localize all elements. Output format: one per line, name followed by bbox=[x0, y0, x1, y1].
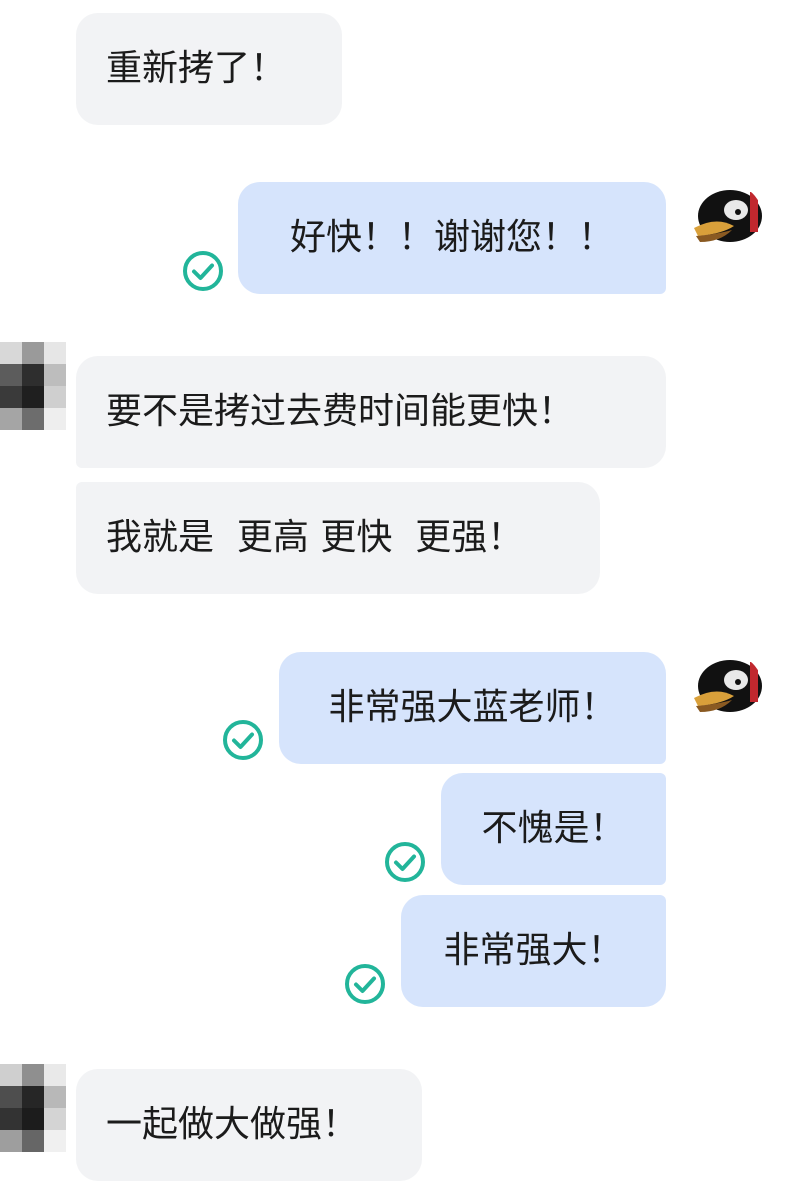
avatar-pixel bbox=[22, 1086, 44, 1108]
avatar-pixel bbox=[0, 1064, 22, 1086]
message-bubble-received[interactable]: 一起做大做强！ bbox=[76, 1069, 422, 1181]
avatar-pixel bbox=[44, 1064, 66, 1086]
avatar-pixel bbox=[0, 1108, 22, 1130]
message-bubble-sent[interactable]: 不愧是！ bbox=[441, 773, 666, 885]
avatar-pixel bbox=[22, 1130, 44, 1152]
avatar-pixel bbox=[44, 1130, 66, 1152]
message-bubble-sent[interactable]: 非常强大！ bbox=[401, 895, 666, 1007]
avatar-pixel bbox=[0, 342, 22, 364]
avatar-pixel bbox=[0, 364, 22, 386]
message-bubble-received[interactable]: 重新拷了！ bbox=[76, 13, 342, 125]
check-circle-icon bbox=[345, 964, 385, 1004]
contact-avatar[interactable] bbox=[0, 1064, 66, 1152]
check-circle-icon bbox=[183, 251, 223, 291]
avatar-pixel bbox=[44, 1086, 66, 1108]
contact-avatar[interactable] bbox=[0, 342, 66, 430]
sender-avatar[interactable] bbox=[686, 182, 764, 260]
duck-avatar-icon bbox=[686, 652, 764, 730]
avatar-pixel bbox=[44, 364, 66, 386]
avatar-pixel bbox=[22, 1108, 44, 1130]
sender-avatar[interactable] bbox=[686, 652, 764, 730]
avatar-pixel bbox=[22, 1064, 44, 1086]
avatar-pixel bbox=[22, 408, 44, 430]
duck-avatar-icon bbox=[686, 182, 764, 260]
message-bubble-sent[interactable]: 非常强大蓝老师！ bbox=[279, 652, 666, 764]
avatar-pixel bbox=[0, 386, 22, 408]
avatar-pixel bbox=[22, 342, 44, 364]
avatar-pixel bbox=[0, 1086, 22, 1108]
avatar-pixel bbox=[22, 386, 44, 408]
message-bubble-received[interactable]: 我就是 更高 更快 更强！ bbox=[76, 482, 600, 594]
avatar-pixel bbox=[0, 1130, 22, 1152]
avatar-pixel bbox=[22, 364, 44, 386]
message-bubble-sent[interactable]: 好快！！谢谢您！！ bbox=[238, 182, 666, 294]
avatar-pixel bbox=[44, 1108, 66, 1130]
avatar-pixel bbox=[44, 342, 66, 364]
check-circle-icon bbox=[385, 842, 425, 882]
avatar-pixel bbox=[44, 408, 66, 430]
avatar-pixel bbox=[44, 386, 66, 408]
message-bubble-received[interactable]: 要不是拷过去费时间能更快！ bbox=[76, 356, 666, 468]
avatar-pixel bbox=[0, 408, 22, 430]
check-circle-icon bbox=[223, 720, 263, 760]
